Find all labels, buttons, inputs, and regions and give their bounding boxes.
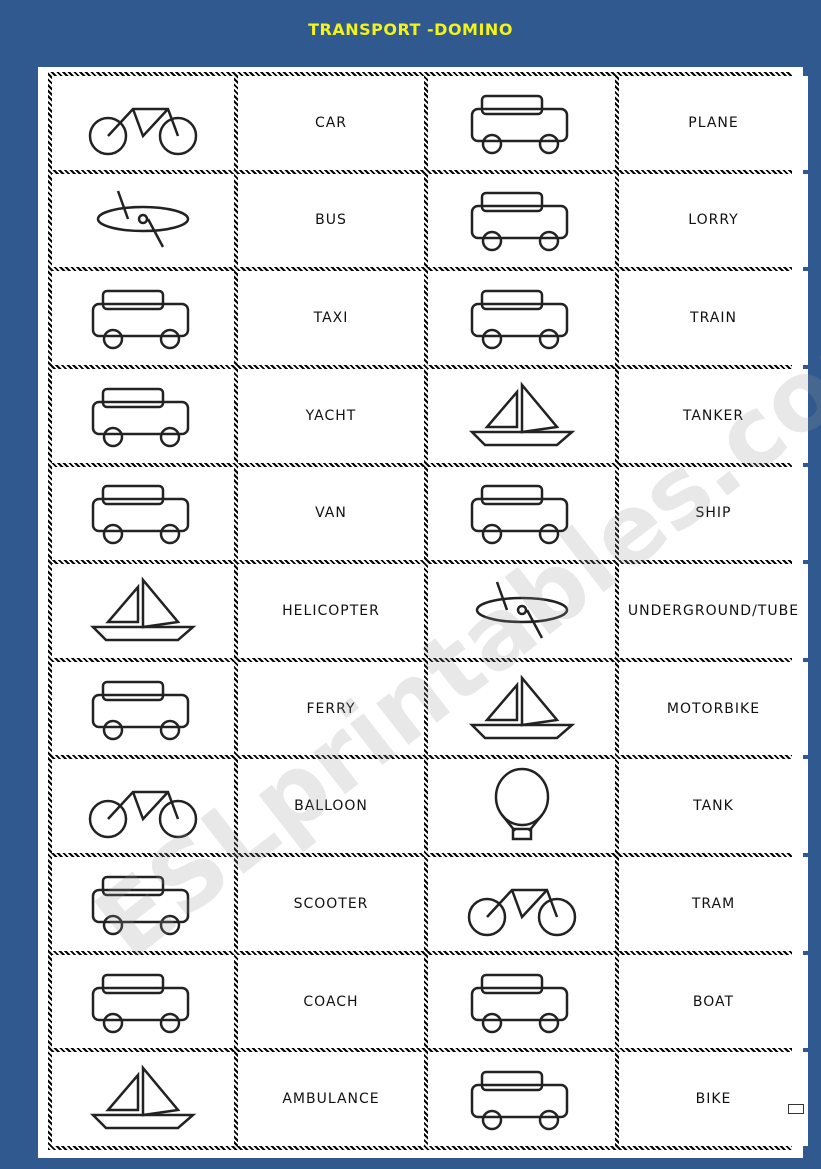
plane-icon	[96, 191, 190, 249]
domino-word-cell: TAXI	[238, 271, 424, 365]
domino-word: PLANE	[688, 114, 739, 131]
domino-word-cell: SHIP	[619, 466, 808, 561]
domino-word: COACH	[303, 993, 359, 1010]
domino-word: UNDERGROUND/TUBE	[627, 602, 800, 619]
domino-picture-helicopter	[428, 564, 615, 658]
ambulance-icon	[470, 1070, 568, 1131]
domino-word: BUS	[315, 212, 347, 229]
ship-icon	[89, 576, 197, 642]
domino-picture-taxi	[428, 271, 615, 365]
domino-word: CAR	[314, 114, 348, 131]
domino-word-cell: TRAM	[619, 857, 808, 951]
domino-word-cell: PLANE	[619, 76, 808, 170]
domino-picture-train	[52, 368, 234, 463]
domino-picture-motorbike	[52, 759, 234, 854]
tanker-icon	[91, 485, 190, 545]
van-icon	[470, 485, 568, 545]
domino-picture-underground	[52, 661, 234, 756]
domino-word: SCOOTER	[293, 895, 369, 912]
domino-grid: CAR PLANE BUS LORRY TAXI TRAIN YACHT TANKER VAN S…	[48, 72, 808, 1150]
domino-word-cell: VAN	[238, 466, 424, 561]
domino-picture-yacht	[428, 368, 615, 463]
domino-word: TRAIN	[690, 310, 737, 327]
domino-picture-ship	[52, 564, 234, 658]
domino-word-cell: TANK	[619, 759, 808, 854]
tram-icon	[91, 973, 190, 1033]
domino-word: SHIP	[695, 505, 732, 522]
domino-word: BALLOON	[294, 798, 368, 815]
bus-icon	[470, 192, 568, 252]
domino-word: VAN	[315, 505, 347, 522]
domino-word-cell: UNDERGROUND/TUBE	[619, 564, 808, 658]
balloon-icon	[494, 768, 549, 841]
domino-picture-scooter	[428, 857, 615, 951]
helicopter-icon	[475, 581, 568, 639]
domino-word-cell: BALLOON	[238, 759, 424, 854]
domino-word-cell: TRAIN	[619, 271, 808, 365]
domino-picture-tanker	[52, 466, 234, 561]
motorbike-icon	[88, 791, 198, 839]
train-icon	[91, 387, 190, 447]
domino-picture-tram	[52, 954, 234, 1049]
domino-picture-tank	[52, 857, 234, 951]
domino-picture-ferry	[428, 661, 615, 756]
domino-word-cell: SCOOTER	[238, 857, 424, 951]
ferry-icon	[468, 674, 575, 739]
domino-picture-ambulance	[428, 1052, 615, 1146]
domino-picture-van	[428, 466, 615, 561]
domino-picture-plane	[52, 173, 234, 268]
lorry-icon	[91, 289, 190, 350]
domino-word: TAXI	[313, 310, 349, 327]
domino-picture-sailboat	[52, 1052, 234, 1146]
domino-picture-car	[428, 76, 615, 170]
domino-picture-balloon	[428, 759, 615, 854]
domino-word: TRAM	[691, 895, 736, 912]
domino-word: TANK	[693, 798, 734, 815]
domino-word: MOTORBIKE	[666, 700, 761, 717]
domino-word-cell: BIKE	[619, 1052, 808, 1146]
domino-picture-lorry	[52, 271, 234, 365]
page-marker	[788, 1104, 804, 1114]
domino-word-cell: TANKER	[619, 368, 808, 463]
taxi-icon	[470, 289, 568, 350]
domino-picture-bike	[52, 76, 234, 170]
domino-word-cell: BUS	[238, 173, 424, 268]
domino-word-cell: HELICOPTER	[238, 564, 424, 658]
yacht-icon	[468, 381, 575, 446]
underground-icon	[91, 680, 190, 740]
domino-word-cell: FERRY	[238, 661, 424, 756]
domino-word-cell: AMBULANCE	[238, 1052, 424, 1146]
domino-word: BOAT	[692, 993, 735, 1010]
domino-word-cell: BOAT	[619, 954, 808, 1049]
domino-word: YACHT	[305, 407, 357, 424]
domino-word: HELICOPTER	[282, 602, 380, 619]
domino-picture-bus	[428, 173, 615, 268]
domino-word-cell: COACH	[238, 954, 424, 1049]
bike-icon	[88, 107, 198, 156]
domino-word: FERRY	[306, 700, 356, 717]
coach-icon	[470, 973, 568, 1033]
domino-picture-coach	[428, 954, 615, 1049]
car-icon	[470, 94, 568, 155]
domino-word: LORRY	[688, 212, 739, 229]
page-title: TRANSPORT -DOMINO	[308, 20, 513, 39]
sailboat-icon	[89, 1064, 197, 1130]
domino-word: TANKER	[682, 407, 745, 424]
tank-icon	[91, 875, 190, 936]
scooter-icon	[467, 888, 576, 937]
domino-word: BIKE	[695, 1091, 732, 1108]
domino-word-cell: MOTORBIKE	[619, 661, 808, 756]
domino-word: AMBULANCE	[282, 1091, 380, 1108]
domino-word-cell: CAR	[238, 76, 424, 170]
domino-word-cell: YACHT	[238, 368, 424, 463]
domino-word-cell: LORRY	[619, 173, 808, 268]
